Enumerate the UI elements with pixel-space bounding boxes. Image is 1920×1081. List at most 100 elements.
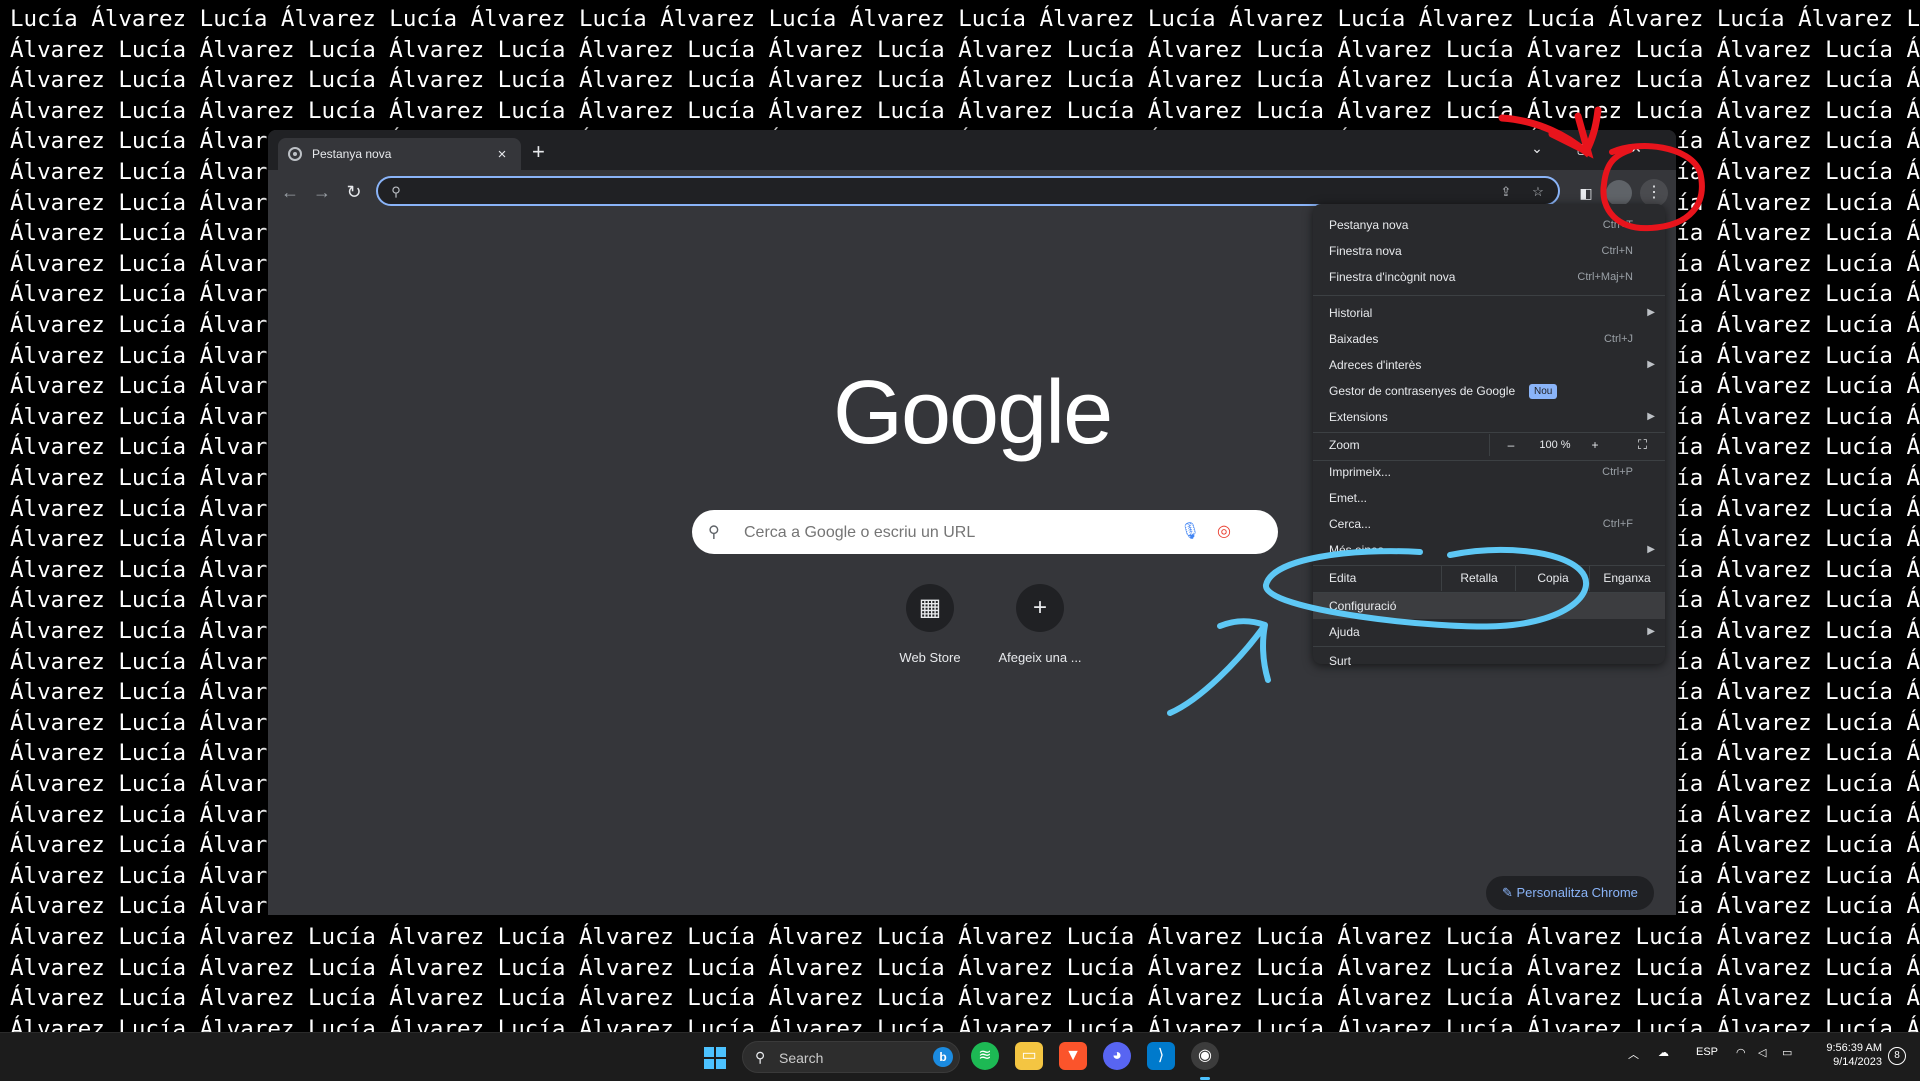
menu-item-history[interactable]: Historial ▶ [1313, 300, 1665, 326]
notification-icon[interactable]: 8 [1888, 1047, 1906, 1065]
menu-shortcut: Ctrl+Maj+N [1577, 271, 1633, 283]
menu-label: Extensions [1329, 410, 1388, 424]
spotify-icon[interactable]: ≋ [971, 1042, 999, 1070]
menu-label: Edita [1329, 571, 1357, 585]
menu-label: Gestor de contrasenyes de Google [1329, 384, 1516, 398]
omnibox[interactable]: ⚲ ⇪ ☆ [376, 176, 1560, 206]
google-search-box[interactable]: ⚲ 🎙 ◎ [692, 510, 1278, 554]
paste-button[interactable]: Enganxa [1589, 565, 1664, 591]
tab-strip: Pestanya nova × + ⌄ ▢ ✕ [268, 130, 1676, 170]
tab-search-button[interactable]: ⌄ [1514, 130, 1560, 166]
brave-icon[interactable]: ▼ [1059, 1042, 1087, 1070]
menu-label: Finestra d'incògnit nova [1329, 270, 1456, 284]
menu-label: Més eines [1329, 543, 1384, 557]
side-panel-icon[interactable]: ◧ [1574, 181, 1598, 205]
menu-item-incognito[interactable]: Finestra d'incògnit nova Ctrl+Maj+N [1313, 264, 1665, 290]
reload-icon[interactable]: ↻ [342, 180, 366, 204]
menu-item-print[interactable]: Imprimeix... Ctrl+P [1313, 459, 1665, 485]
close-window-button[interactable]: ✕ [1606, 130, 1666, 166]
wallpaper-text-row: Álvarez Lucía Álvarez Lucía Álvarez Lucí… [10, 36, 1920, 63]
menu-label: Imprimeix... [1329, 465, 1392, 479]
menu-shortcut: Ctrl+P [1602, 466, 1633, 478]
plus-icon: + [1016, 584, 1064, 632]
chevron-right-icon: ▶ [1647, 411, 1655, 422]
file-explorer-icon[interactable]: ▭ [1015, 1042, 1043, 1070]
start-button-windows-icon[interactable] [704, 1047, 726, 1069]
google-logo: Google [833, 363, 1113, 463]
bookmark-star-icon[interactable]: ☆ [1528, 182, 1548, 202]
language-indicator[interactable]: ESP [1696, 1046, 1718, 1058]
copy-button[interactable]: Copia [1515, 565, 1590, 591]
vscode-icon[interactable]: ⟩ [1147, 1042, 1175, 1070]
menu-item-cast[interactable]: Emet... [1313, 485, 1665, 511]
menu-shortcut: Ctrl+F [1602, 518, 1633, 530]
wallpaper-text-row: Álvarez Lucía Álvarez Lucía Álvarez Lucí… [10, 954, 1920, 981]
chrome-icon[interactable]: ◉ [1191, 1042, 1219, 1070]
menu-label: Finestra nova [1329, 244, 1402, 258]
menu-item-find[interactable]: Cerca... Ctrl+F [1313, 511, 1665, 537]
wifi-icon[interactable]: ◠ [1736, 1046, 1746, 1059]
menu-label: Zoom [1329, 438, 1360, 452]
menu-item-bookmarks[interactable]: Adreces d'interès ▶ [1313, 352, 1665, 378]
menu-label: Pestanya nova [1329, 218, 1409, 232]
wallpaper-text-row: Álvarez Lucía Álvarez Lucía Álvarez Lucí… [10, 985, 1920, 1012]
menu-label: Configuració [1329, 599, 1397, 613]
new-tab-button[interactable]: + [532, 141, 545, 163]
back-icon[interactable]: ← [278, 180, 302, 204]
menu-item-settings[interactable]: Configuració [1313, 593, 1665, 619]
menu-label: Ajuda [1329, 625, 1360, 639]
chrome-menu-button[interactable]: ⋮ [1640, 179, 1668, 207]
maximize-button[interactable]: ▢ [1560, 130, 1606, 166]
search-icon: ⚲ [391, 184, 401, 199]
menu-item-new-window[interactable]: Finestra nova Ctrl+N [1313, 238, 1665, 264]
menu-item-password-manager[interactable]: Gestor de contrasenyes de Google Nou [1313, 378, 1665, 404]
customize-chrome-button[interactable]: ✎ Personalitza Chrome [1486, 876, 1654, 910]
menu-label: Historial [1329, 306, 1373, 320]
clock[interactable]: 9:56:39 AM 9/14/2023 [1812, 1041, 1882, 1069]
taskbar-search[interactable]: ⚲ Search b [742, 1041, 960, 1073]
cut-button[interactable]: Retalla [1441, 565, 1516, 591]
menu-item-new-tab[interactable]: Pestanya nova Ctrl+T [1313, 212, 1665, 238]
menu-label: Adreces d'interès [1329, 358, 1422, 372]
windows-taskbar: ⚲ Search b ≋ ▭ ▼ ◕ ⟩ ◉ ︿ ☁ ESP ◠ ◁ ▭ 9:5… [0, 1032, 1920, 1081]
customize-label: Personalitza Chrome [1516, 885, 1638, 900]
volume-icon[interactable]: ◁ [1758, 1046, 1766, 1059]
new-badge: Nou [1529, 384, 1558, 399]
menu-item-extensions[interactable]: Extensions ▶ [1313, 404, 1665, 430]
zoom-out-button[interactable]: – [1499, 432, 1523, 458]
menu-label: Surt [1329, 654, 1352, 668]
clock-time: 9:56:39 AM [1826, 1042, 1882, 1054]
tab-title: Pestanya nova [312, 147, 392, 161]
address-input[interactable] [412, 182, 1476, 204]
menu-item-exit[interactable]: Surt [1313, 648, 1665, 674]
chevron-up-icon[interactable]: ︿ [1628, 1046, 1639, 1062]
menu-shortcut: Ctrl+T [1602, 219, 1633, 231]
google-search-input[interactable] [742, 521, 1166, 545]
web-store-icon: ▦ [906, 584, 954, 632]
shortcut-add[interactable]: + Afegeix una ... [984, 584, 1096, 665]
wallpaper-text-row: Lucía Álvarez Lucía Álvarez Lucía Álvare… [10, 6, 1920, 32]
menu-item-downloads[interactable]: Baixades Ctrl+J [1313, 326, 1665, 352]
tab-new-tab[interactable]: Pestanya nova × [278, 138, 521, 170]
zoom-value: 100 % [1539, 439, 1571, 451]
menu-item-edit: Edita Retalla Copia Enganxa [1313, 565, 1665, 591]
menu-item-help[interactable]: Ajuda ▶ [1313, 619, 1665, 645]
forward-icon[interactable]: → [310, 180, 334, 204]
onedrive-icon[interactable]: ☁ [1658, 1046, 1669, 1059]
google-lens-icon[interactable]: ◎ [1212, 520, 1236, 544]
discord-icon[interactable]: ◕ [1103, 1042, 1131, 1070]
menu-item-more-tools[interactable]: Més eines ▶ [1313, 537, 1665, 563]
tab-close-button[interactable]: × [493, 146, 511, 163]
wallpaper-text-row: Álvarez Lucía Álvarez Lucía Álvarez Lucí… [10, 67, 1920, 94]
shortcut-web-store[interactable]: ▦ Web Store [874, 584, 986, 665]
microphone-icon[interactable]: 🎙 [1178, 520, 1202, 544]
menu-label: Cerca... [1329, 517, 1372, 531]
search-icon: ⚲ [755, 1049, 766, 1065]
menu-shortcut: Ctrl+J [1603, 333, 1633, 345]
profile-avatar-icon[interactable] [1606, 180, 1632, 206]
zoom-in-button[interactable]: + [1583, 432, 1607, 458]
fullscreen-icon[interactable]: ⛶ [1638, 432, 1647, 458]
bing-icon[interactable]: b [933, 1047, 953, 1067]
share-icon[interactable]: ⇪ [1496, 182, 1516, 202]
battery-icon[interactable]: ▭ [1782, 1046, 1792, 1059]
